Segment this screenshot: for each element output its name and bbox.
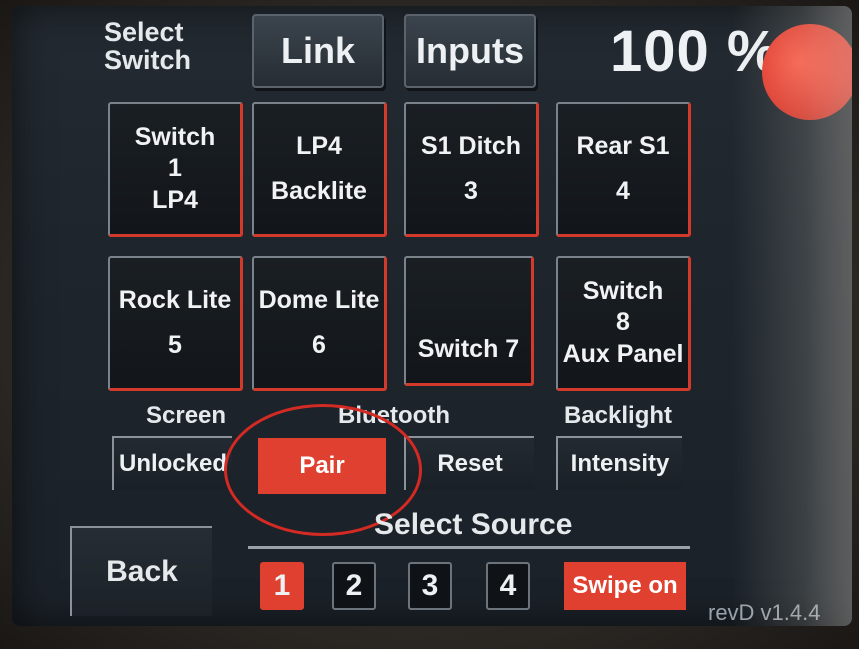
tile-5-line-2: 5 [168,331,182,359]
screen-label: Screen [146,402,227,429]
source-option-1-label: 1 [273,569,291,602]
select-source-title: Select Source [374,508,573,541]
status-led-icon [762,24,852,120]
source-option-2[interactable]: 2 [332,562,376,610]
back-button[interactable]: Back [70,526,212,616]
link-button-label: Link [280,30,355,71]
tile-1-line-1: Switch [134,123,216,152]
select-switch-line1: Select [104,17,184,47]
screen-lock-toggle[interactable]: Unlocked [112,436,232,490]
tile-4-line-2: 4 [616,177,630,205]
source-option-3-label: 3 [421,569,439,602]
brightness-readout: 100 % [610,19,780,84]
tile-8-line-3: Aux Panel [562,339,684,368]
swipe-button-label: Swipe on [572,572,678,599]
version-label: revD v1.4.4 [708,600,821,625]
switch-tile-4[interactable]: Rear S1 4 [556,102,691,237]
tile-1-line-2: 1 [168,154,182,183]
select-switch-label: Select Switch [104,18,191,75]
inputs-button[interactable]: Inputs [404,14,536,88]
pair-button-label: Pair [299,452,345,479]
source-option-3[interactable]: 3 [408,562,452,610]
inputs-button-label: Inputs [416,30,524,71]
tile-3-line-2: 3 [464,177,478,205]
source-option-1[interactable]: 1 [260,562,304,610]
source-option-4[interactable]: 4 [486,562,530,610]
switch-tile-3[interactable]: S1 Ditch 3 [404,102,539,237]
tile-6-line-1: Dome Lite [258,285,380,314]
back-button-label: Back [106,555,178,588]
switch-tile-6[interactable]: Dome Lite 6 [252,256,387,391]
tile-2-line-1: LP4 [296,131,342,160]
touch-screen: Select Switch Link Inputs 100 % Switch 1… [12,6,852,626]
tile-2-line-2: Backlite [271,177,367,205]
intensity-button-label: Intensity [570,450,670,477]
tile-4-line-1: Rear S1 [576,131,670,160]
backlight-intensity-button[interactable]: Intensity [556,436,682,490]
tile-8-line-2: 8 [616,308,630,337]
bluetooth-reset-button[interactable]: Reset [404,436,534,490]
switch-tile-7[interactable]: Switch 7 [404,256,534,386]
tile-1-line-3: LP4 [152,185,198,214]
tile-8-line-1: Switch [582,277,664,306]
link-button[interactable]: Link [252,14,384,88]
tile-7-line-1: Switch 7 [417,334,520,363]
bluetooth-pair-button[interactable]: Pair [258,438,386,494]
screen-lock-value: Unlocked [118,450,228,477]
switch-tile-5[interactable]: Rock Lite 5 [108,256,243,391]
select-source-divider [248,546,690,549]
tile-3-line-1: S1 Ditch [420,131,522,160]
swipe-toggle-button[interactable]: Swipe on [564,562,686,610]
tile-6-line-2: 6 [312,331,326,359]
switch-tile-1[interactable]: Switch 1 LP4 [108,102,243,237]
switch-tile-2[interactable]: LP4 Backlite [252,102,387,237]
backlight-label: Backlight [564,402,673,429]
tile-5-line-1: Rock Lite [118,285,232,314]
switch-tile-8[interactable]: Switch 8 Aux Panel [556,256,691,391]
source-option-4-label: 4 [499,569,517,602]
source-option-2-label: 2 [345,569,363,602]
bluetooth-label: Bluetooth [338,402,450,429]
select-switch-line2: Switch [104,45,192,76]
reset-button-label: Reset [437,450,503,477]
